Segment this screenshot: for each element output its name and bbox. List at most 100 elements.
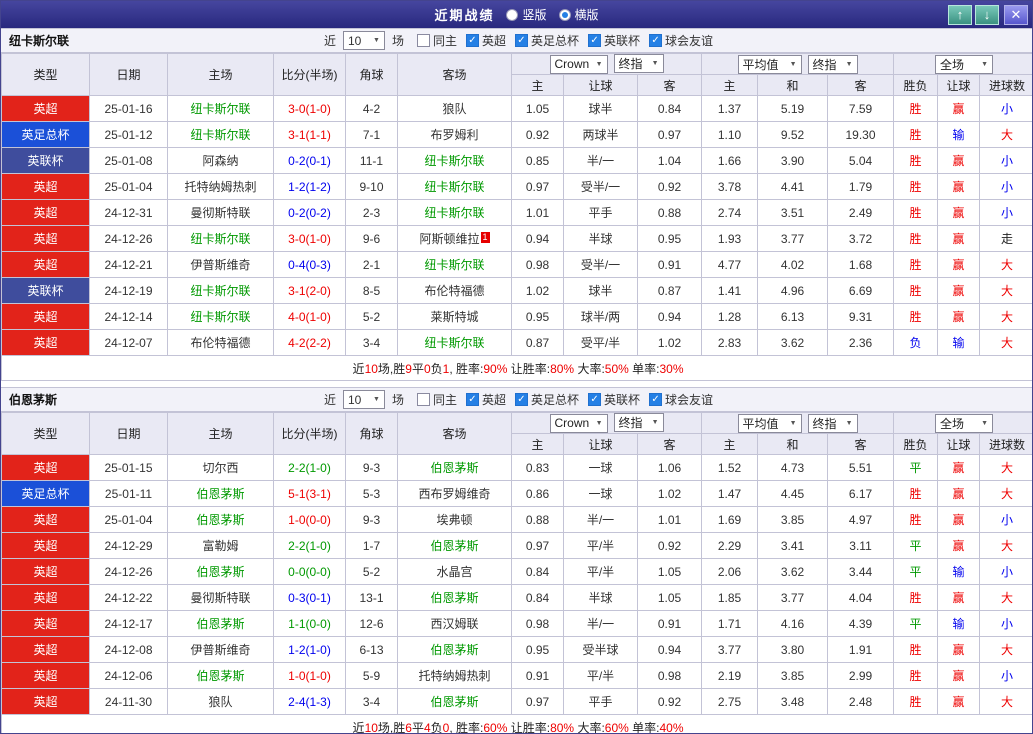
summary-segment: 50% — [605, 362, 629, 376]
header-row: 类型日期主场比分(半场)角球客场Crown▼终指▼平均值▼终指▼全场▼ — [2, 54, 1033, 75]
filter-checkbox[interactable]: ✓英超 — [466, 391, 506, 408]
average-odds-value: 3.72 — [828, 226, 894, 252]
league-badge: 英超 — [2, 252, 90, 278]
checkmark-icon: ✓ — [468, 36, 476, 46]
checkbox-label: 球会友谊 — [665, 391, 713, 408]
average-odds-value: 6.17 — [828, 481, 894, 507]
checkmark-icon: ✓ — [651, 395, 659, 405]
average-odds-value: 5.51 — [828, 455, 894, 481]
home-team: 纽卡斯尔联 — [168, 122, 274, 148]
scope-select-value: 全场 — [940, 415, 964, 432]
odds-value: 一球 — [564, 481, 638, 507]
league-badge: 英超 — [2, 637, 90, 663]
away-team-name: 狼队 — [442, 102, 466, 116]
odds-value: 0.94 — [638, 304, 702, 330]
scroll-up-button[interactable]: ↑ — [948, 5, 972, 25]
summary-segment: 10 — [365, 721, 378, 734]
results-table: 类型日期主场比分(半场)角球客场Crown▼终指▼平均值▼终指▼全场▼主让球客主… — [1, 53, 1033, 381]
checkbox-checked-icon: ✓ — [588, 393, 601, 406]
odds-value: 受平/半 — [564, 330, 638, 356]
dropdown-arrow-icon: ▼ — [846, 61, 853, 68]
average-odds-value: 4.97 — [828, 507, 894, 533]
odds-value: 0.87 — [512, 330, 564, 356]
odds-value: 0.84 — [512, 585, 564, 611]
odds-stage-select[interactable]: 终指▼ — [614, 54, 664, 73]
average-odds-value: 1.93 — [702, 226, 758, 252]
summary-segment: , 胜率: — [449, 362, 483, 376]
titlebar-buttons: ↑ ↓ ✕ — [948, 5, 1028, 25]
scroll-down-button[interactable]: ↓ — [975, 5, 999, 25]
odds-value: 0.91 — [638, 252, 702, 278]
summary-row: 近10场,胜6平4负0, 胜率:60% 让胜率:80% 大率:60% 单率:40… — [2, 715, 1033, 734]
filter-checkbox[interactable]: ✓英联杯 — [588, 391, 640, 408]
home-team-name: 伯恩茅斯 — [196, 669, 244, 683]
match-row: 英超24-12-07布伦特福德4-2(2-2)3-4纽卡斯尔联0.87受平/半1… — [2, 330, 1033, 356]
odds-value: 0.98 — [512, 252, 564, 278]
odds-value: 1.05 — [512, 96, 564, 122]
filter-checkbox[interactable]: 同主 — [417, 391, 457, 408]
away-team: 阿斯顿维拉1 — [398, 226, 512, 252]
score: 1-0(0-0) — [274, 507, 346, 533]
match-row: 英超25-01-04伯恩茅斯1-0(0-0)9-3埃弗顿0.88半/一1.011… — [2, 507, 1033, 533]
scope-select[interactable]: 全场▼ — [935, 414, 993, 433]
average-select[interactable]: 平均值▼ — [738, 55, 802, 74]
column-header: 日期 — [90, 54, 168, 96]
match-date: 24-12-07 — [90, 330, 168, 356]
home-team-name: 纽卡斯尔联 — [190, 310, 250, 324]
average-odds-value: 4.96 — [758, 278, 828, 304]
match-date: 25-01-04 — [90, 174, 168, 200]
result-goals: 小 — [980, 611, 1033, 637]
recent-count-select[interactable]: 10▼ — [343, 31, 385, 50]
average-odds-value: 7.59 — [828, 96, 894, 122]
away-team: 纽卡斯尔联 — [398, 200, 512, 226]
average-odds-value: 2.49 — [828, 200, 894, 226]
league-badge: 英超 — [2, 200, 90, 226]
dropdown-arrow-icon: ▼ — [981, 61, 988, 68]
average-odds-value: 3.85 — [758, 663, 828, 689]
checkmark-icon: ✓ — [517, 36, 525, 46]
filter-checkbox[interactable]: ✓球会友谊 — [649, 32, 713, 49]
match-date: 24-12-26 — [90, 226, 168, 252]
filter-checkbox[interactable]: ✓ 球会友谊 — [649, 391, 713, 408]
away-team-name: 伯恩茅斯 — [430, 695, 478, 709]
avg-stage-select[interactable]: 终指 ▼ — [808, 55, 858, 74]
home-team-name: 伊普斯维奇 — [190, 643, 250, 657]
average-odds-value: 3.85 — [758, 507, 828, 533]
filter-checkbox[interactable]: ✓英联杯 — [588, 32, 640, 49]
away-team-name: 阿斯顿维拉 — [419, 232, 479, 246]
filter-checkbox[interactable]: 同主 — [417, 32, 457, 49]
summary-segment: 60% — [483, 721, 507, 734]
summary-cell: 近10场,胜9平0负1, 胜率:90% 让胜率:80% 大率:50% 单率:30… — [2, 356, 1033, 381]
corners: 1-7 — [346, 533, 398, 559]
odds-stage-select[interactable]: 终指▼ — [614, 413, 664, 432]
view-option-horizontal[interactable]: 横版 — [559, 6, 599, 23]
avg-stage-select[interactable]: 终指▼ — [808, 414, 858, 433]
odds-value: 受半球 — [564, 637, 638, 663]
result-outcome: 胜 — [894, 174, 938, 200]
view-option-vertical[interactable]: 竖版 — [506, 6, 546, 23]
home-team: 伊普斯维奇 — [168, 252, 274, 278]
bookmaker-select[interactable]: Crown▼ — [550, 414, 608, 433]
filter-checkbox[interactable]: ✓英超 — [466, 32, 506, 49]
corners: 9-10 — [346, 174, 398, 200]
checkbox-checked-icon: ✓ — [515, 34, 528, 47]
average-select[interactable]: 平均值▼ — [738, 414, 802, 433]
radio-selected-icon — [559, 9, 571, 21]
scope-select[interactable]: 全场▼ — [935, 55, 993, 74]
close-button[interactable]: ✕ — [1004, 5, 1028, 25]
result-goals: 大 — [980, 278, 1033, 304]
filter-checkbox[interactable]: ✓英足总杯 — [515, 32, 579, 49]
bookmaker-select[interactable]: Crown▼ — [550, 55, 608, 74]
result-outcome: 胜 — [894, 689, 938, 715]
checkbox-label: 英联杯 — [604, 391, 640, 408]
average-odds-value: 4.39 — [828, 611, 894, 637]
odds-value: 0.95 — [638, 226, 702, 252]
away-team-name: 纽卡斯尔联 — [424, 154, 484, 168]
recent-count-select[interactable]: 10▼ — [343, 390, 385, 409]
filter-checkbox[interactable]: ✓英足总杯 — [515, 391, 579, 408]
odds-value: 半球 — [564, 585, 638, 611]
avg-stage-select-value: 终指 — [813, 56, 837, 73]
bookmaker-select-value: Crown — [555, 57, 590, 71]
match-row: 英足总杯25-01-11伯恩茅斯5-1(3-1)5-3西布罗姆维奇0.86一球1… — [2, 481, 1033, 507]
summary-segment: 场,胜 — [378, 721, 405, 734]
